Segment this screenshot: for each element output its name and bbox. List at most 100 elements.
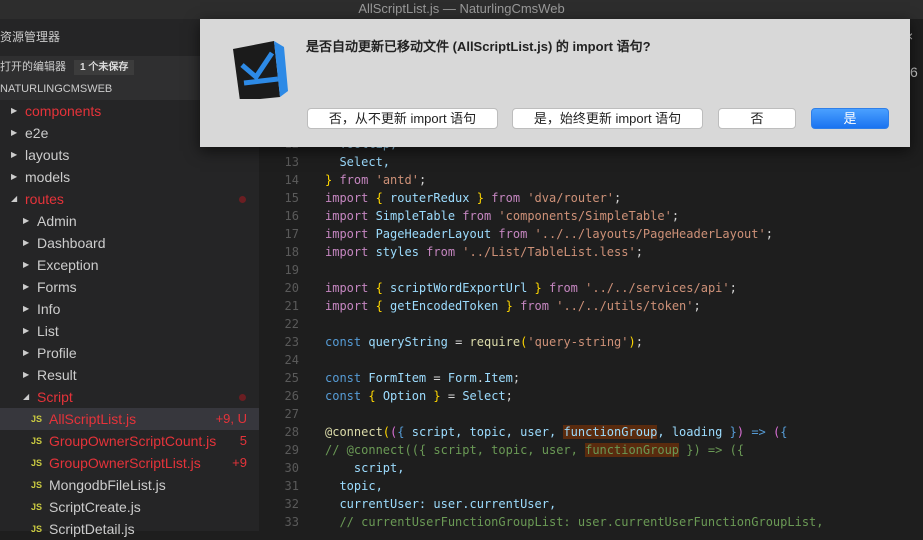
never-update-button[interactable]: 否，从不更新 import 语句 <box>307 108 498 129</box>
tree-item[interactable]: ▶ Exception <box>0 254 259 276</box>
code-line: 21 import { getEncodedToken } from '../..… <box>259 297 923 315</box>
chevron-right-icon: ▶ <box>23 260 30 269</box>
code-line: 20 import { scriptWordExportUrl } from '.… <box>259 279 923 297</box>
code-token: ; <box>512 371 521 385</box>
tree-item[interactable]: JS AllScriptList.js +9, U <box>0 408 259 430</box>
code-line: 32 currentUser: user.currentUser, <box>259 495 923 513</box>
tree-item[interactable]: JS ScriptDetail.js <box>0 518 259 540</box>
tree-item-label: Forms <box>37 279 77 295</box>
chevron-right-icon: ▶ <box>11 106 18 115</box>
code-token: getEncodedToken <box>382 299 506 313</box>
code-line: 18 import styles from '../List/TableList.… <box>259 243 923 261</box>
modified-dot-icon <box>239 196 246 203</box>
code-token: '../List/TableList.less' <box>462 245 636 259</box>
code-token: => <box>744 425 773 439</box>
code-text: Select, <box>325 153 390 171</box>
code-token: from <box>512 299 557 313</box>
code-token: } <box>476 191 484 205</box>
code-text: @connect(({ script, topic, user, functio… <box>325 423 787 441</box>
tree-item[interactable]: JS MongodbFileList.js <box>0 474 259 496</box>
tree-item[interactable]: ▶ models <box>0 166 259 188</box>
code-line: 27 <box>259 405 923 423</box>
tree-item[interactable]: JS GroupOwnerScriptCount.js 5 <box>0 430 259 452</box>
tree-item-label: Dashboard <box>37 235 106 251</box>
chevron-right-icon: ▶ <box>23 348 30 357</box>
line-number: 32 <box>284 497 299 511</box>
tree-item[interactable]: ▶ Profile <box>0 342 259 364</box>
code-token: '../../services/api' <box>585 281 730 295</box>
line-number: 22 <box>284 317 299 331</box>
update-imports-dialog: 是否自动更新已移动文件 (AllScriptList.js) 的 import … <box>200 19 910 147</box>
code-text: import PageHeaderLayout from '../../layo… <box>325 225 773 243</box>
tree-item[interactable]: JS ScriptCreate.js <box>0 496 259 518</box>
code-token: from <box>332 173 376 187</box>
partial-count: 6 <box>910 64 918 80</box>
chevron-down-icon: ◢ <box>11 194 18 203</box>
code-token: import <box>325 209 376 223</box>
code-line: 25 const FormItem = Form.Item; <box>259 369 923 387</box>
js-file-icon: JS <box>31 480 43 490</box>
code-line: 33 // currentUserFunctionGroupList: user… <box>259 513 923 531</box>
code-token: } <box>505 299 513 313</box>
yes-button[interactable]: 是 <box>811 108 889 129</box>
tree-item-label: components <box>25 103 102 119</box>
line-number: 29 <box>284 443 299 457</box>
code-token: ; <box>505 389 513 403</box>
code-token: 'components/SimpleTable' <box>498 209 672 223</box>
code-text: const FormItem = Form.Item; <box>325 369 520 387</box>
tree-item-label: layouts <box>25 147 70 163</box>
code-token: import <box>325 281 376 295</box>
tree-item[interactable]: ▶ List <box>0 320 259 342</box>
code-token: import <box>325 227 376 241</box>
code-token: }) => ({ <box>679 443 745 457</box>
code-text: import { routerRedux } from 'dva/router'… <box>325 189 621 207</box>
tree-item[interactable]: ▶ Dashboard <box>0 232 259 254</box>
tree-item[interactable]: ▶ Forms <box>0 276 259 298</box>
tree-item-label: GroupOwnerScriptCount.js <box>49 433 217 449</box>
tree-item[interactable]: ▶ Result <box>0 364 259 386</box>
tree-item-label: Result <box>37 367 77 383</box>
code-line: 17 import PageHeaderLayout from '../../la… <box>259 225 923 243</box>
tree-item[interactable]: ▶ Admin <box>0 210 259 232</box>
chevron-down-icon: ◢ <box>23 392 30 401</box>
code-token: ; <box>693 299 701 313</box>
chevron-right-icon: ▶ <box>11 172 18 181</box>
code-token: Item <box>483 371 513 385</box>
code-token: ; <box>635 245 643 259</box>
code-text: import { getEncodedToken } from '../../u… <box>325 297 701 315</box>
js-file-icon: JS <box>31 458 43 468</box>
line-number: 17 <box>284 227 299 241</box>
line-number: 27 <box>284 407 299 421</box>
code-token: { <box>780 425 788 439</box>
code-token: Option <box>375 389 434 403</box>
code-line: 15 import { routerRedux } from 'dva/route… <box>259 189 923 207</box>
code-text: // currentUserFunctionGroupList: user.cu… <box>325 513 823 531</box>
code-token: ; <box>635 335 643 349</box>
tree-item-label: ScriptDetail.js <box>49 521 135 537</box>
code-token: styles <box>375 245 419 259</box>
line-number: 26 <box>284 389 299 403</box>
open-editors-label: 打开的编辑器 <box>0 61 66 73</box>
tree-item[interactable]: ▶ layouts <box>0 144 259 166</box>
code-token: } <box>729 425 737 439</box>
chevron-right-icon: ▶ <box>11 128 18 137</box>
code-token: . <box>476 371 484 385</box>
line-number: 31 <box>284 479 299 493</box>
line-number: 25 <box>284 371 299 385</box>
code-token: ; <box>765 227 773 241</box>
code-token: functionGroup <box>563 425 658 439</box>
code-token: = <box>447 335 470 349</box>
always-update-button[interactable]: 是，始终更新 import 语句 <box>512 108 703 129</box>
code-token: import <box>325 299 376 313</box>
tree-item[interactable]: ◢ Script <box>0 386 259 408</box>
line-number: 16 <box>284 209 299 223</box>
vscode-app-icon <box>233 41 288 99</box>
tree-item-label: Profile <box>37 345 77 361</box>
chevron-right-icon: ▶ <box>23 326 30 335</box>
no-button[interactable]: 否 <box>718 108 796 129</box>
tree-item[interactable]: JS GroupOwnerScriptList.js +9 <box>0 452 259 474</box>
code-line: 14} from 'antd'; <box>259 171 923 189</box>
tree-item[interactable]: ◢ routes <box>0 188 259 210</box>
tree-item[interactable]: ▶ Info <box>0 298 259 320</box>
code-text: import SimpleTable from 'components/Simp… <box>325 207 679 225</box>
